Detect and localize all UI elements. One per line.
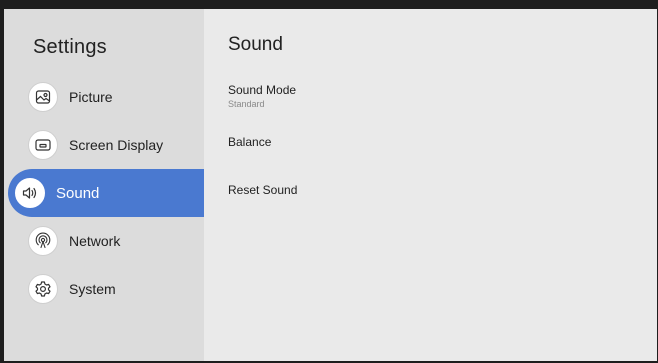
settings-screen: Settings Picture Screen Display Sound Ne… [4, 9, 657, 361]
network-icon [28, 226, 58, 256]
picture-icon [28, 82, 58, 112]
tv-frame: Settings Picture Screen Display Sound Ne… [0, 0, 658, 363]
reset-sound-option[interactable]: Reset Sound [228, 179, 628, 227]
sidebar-item-label: Network [69, 233, 121, 249]
sidebar-item-system[interactable]: System [4, 265, 204, 313]
speaker-icon [15, 178, 45, 208]
sound-panel: Sound Sound Mode Standard Balance Reset … [204, 9, 657, 361]
page-title: Sound [228, 34, 283, 55]
sidebar-item-label: System [69, 281, 116, 297]
option-label: Reset Sound [228, 183, 298, 197]
sidebar-item-picture[interactable]: Picture [4, 73, 204, 121]
sidebar-item-network[interactable]: Network [4, 217, 204, 265]
sidebar-item-screen-display[interactable]: Screen Display [4, 121, 204, 169]
sound-options-list: Sound Mode Standard Balance Reset Sound [228, 83, 628, 227]
option-label: Balance [228, 135, 272, 149]
sound-mode-option[interactable]: Sound Mode Standard [228, 83, 628, 131]
sidebar-item-sound[interactable]: Sound [8, 169, 204, 217]
sidebar-title: Settings [33, 36, 107, 58]
sidebar-item-label: Sound [56, 184, 100, 202]
option-value: Standard [228, 99, 265, 109]
settings-sidebar: Settings Picture Screen Display Sound Ne… [4, 9, 204, 361]
balance-option[interactable]: Balance [228, 131, 628, 179]
sidebar-item-label: Screen Display [69, 137, 164, 153]
option-label: Sound Mode [228, 83, 297, 97]
sidebar-nav: Picture Screen Display Sound Network Sys… [4, 73, 204, 313]
screen-display-icon [28, 130, 58, 160]
gear-icon [28, 274, 58, 304]
sidebar-item-label: Picture [69, 89, 113, 105]
